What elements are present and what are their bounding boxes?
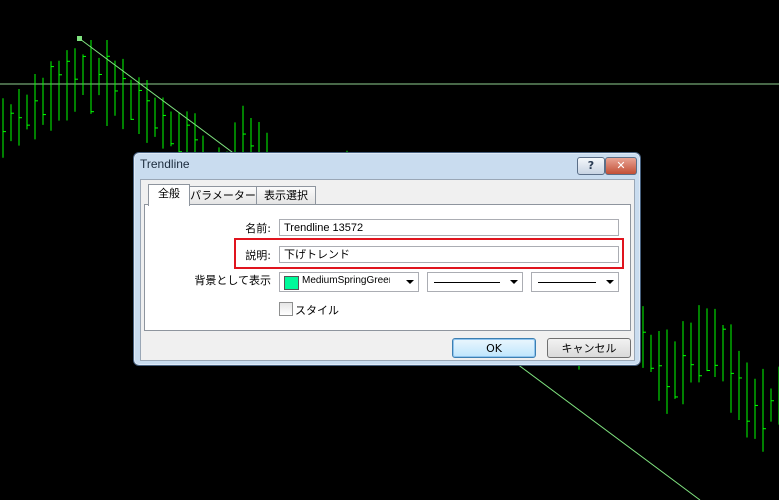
line-style-select[interactable] <box>427 272 523 292</box>
trendline-anchor-handle[interactable] <box>77 36 82 41</box>
tab-parameters[interactable]: パラメーター <box>188 186 258 205</box>
chevron-down-icon <box>606 280 614 284</box>
dialog-title: Trendline <box>140 157 190 171</box>
tab-general[interactable]: 全般 <box>148 184 190 206</box>
close-button[interactable]: ✕ <box>605 157 637 175</box>
help-button[interactable]: ? <box>577 157 605 175</box>
color-select[interactable]: MediumSpringGreen <box>279 272 419 292</box>
tab-visualization-label: 表示選択 <box>264 189 308 202</box>
cancel-button[interactable]: キャンセル <box>547 338 631 358</box>
color-select-value: MediumSpringGreen <box>302 275 390 286</box>
line-style-preview <box>434 282 500 283</box>
line-width-preview <box>538 282 596 283</box>
background-label: 背景として表示 <box>194 274 271 287</box>
name-field[interactable]: Trendline 13572 <box>279 219 619 236</box>
dialog-titlebar[interactable]: Trendline ? ✕ <box>134 153 640 177</box>
description-highlight-box <box>234 238 624 269</box>
ok-button[interactable]: OK <box>452 338 536 358</box>
style-checkbox-label: スタイル <box>295 304 339 317</box>
tab-visualization[interactable]: 表示選択 <box>256 186 316 205</box>
line-width-select[interactable] <box>531 272 619 292</box>
chevron-down-icon <box>406 280 414 284</box>
help-icon: ? <box>587 159 595 172</box>
style-checkbox[interactable] <box>279 302 293 316</box>
chevron-down-icon <box>510 280 518 284</box>
close-icon: ✕ <box>616 159 626 172</box>
color-swatch <box>284 276 299 290</box>
name-label: 名前: <box>245 222 271 235</box>
tab-parameters-label: パラメーター <box>190 189 256 202</box>
dialog-body: 全般 パラメーター 表示選択 名前: Trendline 13572 説明: 下… <box>140 179 635 361</box>
tab-general-label: 全般 <box>158 187 180 200</box>
